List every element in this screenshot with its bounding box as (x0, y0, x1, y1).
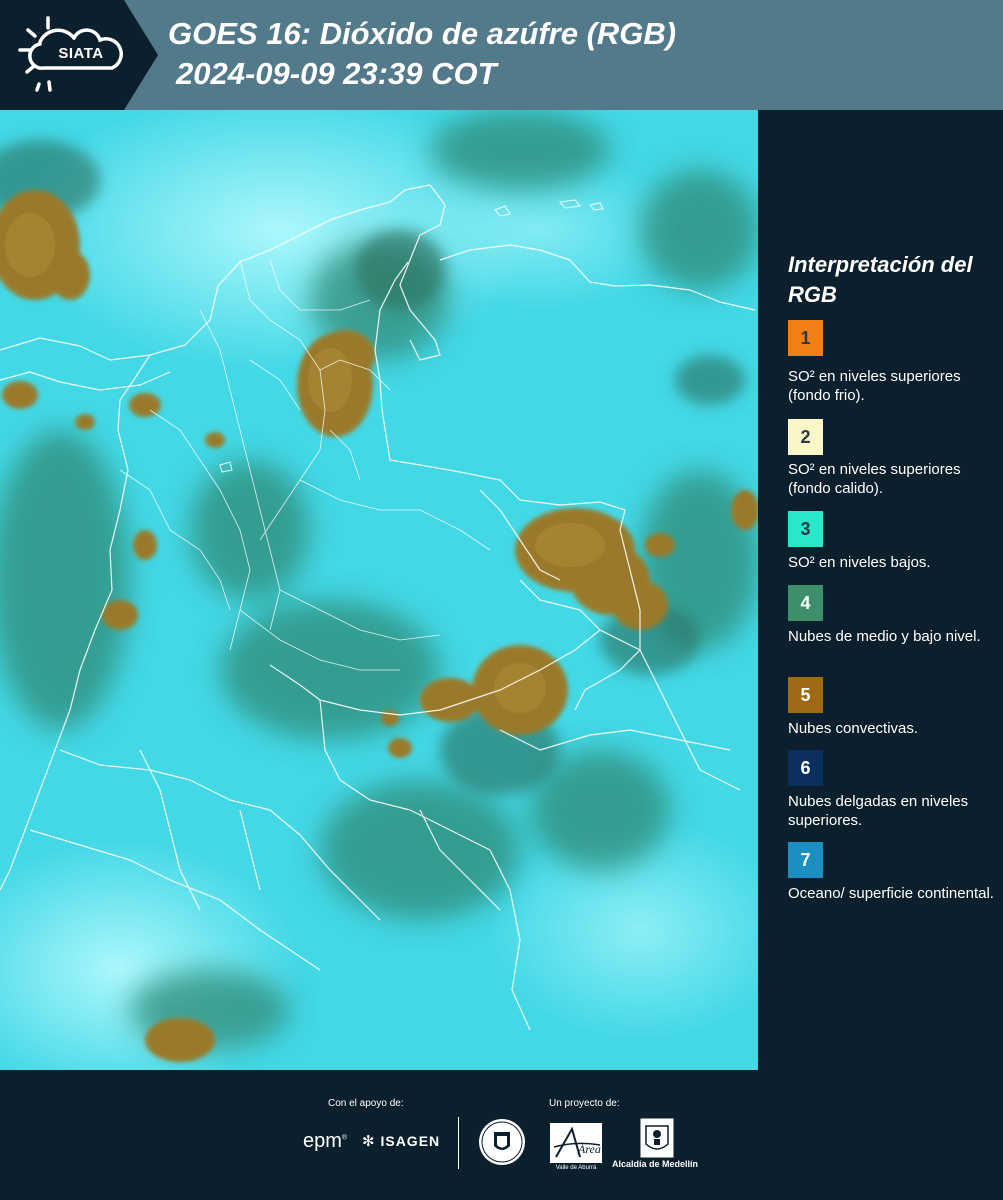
legend-text-4: Nubes de medio y bajo nivel. (788, 628, 981, 645)
legend-text-1: SO² en niveles superiores (fondo frio). (788, 368, 961, 404)
legend-text-3: SO² en niveles bajos. (788, 554, 931, 571)
page-timestamp: 2024-09-09 23:39 COT (176, 56, 497, 91)
legend-number-5: 5 (800, 684, 811, 705)
municipal-seal-icon (479, 1119, 525, 1165)
siata-logo: SIATA (0, 0, 158, 110)
legend-number-7: 7 (800, 849, 811, 870)
legend-swatch-7: 7 (788, 842, 823, 878)
legend-swatch-3: 3 (788, 511, 823, 547)
coat-of-arms-icon (640, 1118, 674, 1158)
legend-panel: Interpretación del RGB 1 SO² en niveles … (758, 110, 1003, 1070)
legend-text-2: SO² en niveles superiores (fondo calido)… (788, 461, 961, 497)
alcaldia-label: Alcaldía de Medellín (612, 1159, 699, 1169)
legend-number-4: 4 (800, 592, 811, 613)
isagen-logo: ✻ ISAGEN (362, 1132, 440, 1150)
legend-swatch-2: 2 (788, 419, 823, 455)
legend-number-3: 3 (800, 518, 811, 539)
legend-title: Interpretación del RGB (788, 252, 973, 307)
epm-logo: epm® (303, 1130, 348, 1152)
satellite-map (0, 110, 758, 1070)
area-subtext: METROPOLITANA Valle de Aburrá (550, 1158, 602, 1171)
legend-text-7: Oceano/ superficie continental. (788, 885, 994, 902)
legend-swatch-1: 1 (788, 320, 823, 356)
page-title: GOES 16: Dióxido de azúfre (RGB) (168, 16, 677, 51)
legend-number-6: 6 (800, 757, 811, 778)
legend-swatch-6: 6 (788, 750, 823, 786)
legend-swatch-5: 5 (788, 677, 823, 713)
isagen-logo-text: ISAGEN (380, 1133, 441, 1149)
area-logo-text: Área (577, 1142, 601, 1156)
siata-logo-text: SIATA (58, 45, 104, 62)
footer-divider (458, 1117, 459, 1169)
header-bar: SIATA GOES 16: Dióxido de azúfre (RGB) 2… (0, 0, 1003, 110)
epm-logo-text: epm (303, 1130, 342, 1152)
legend-text-5: Nubes convectivas. (788, 720, 919, 737)
project-label: Un proyecto de: (549, 1098, 620, 1109)
satellite-rgb-image (0, 110, 758, 1070)
legend-number-2: 2 (800, 426, 811, 447)
legend-swatch-4: 4 (788, 585, 823, 621)
isagen-flower-icon: ✻ (362, 1133, 376, 1150)
legend-number-1: 1 (800, 327, 811, 348)
legend-text-6: Nubes delgadas en niveles superiores. (788, 793, 969, 829)
support-label: Con el apoyo de: (328, 1098, 404, 1109)
footer: Con el apoyo de: Un proyecto de: epm® ✻ … (0, 1070, 1003, 1200)
